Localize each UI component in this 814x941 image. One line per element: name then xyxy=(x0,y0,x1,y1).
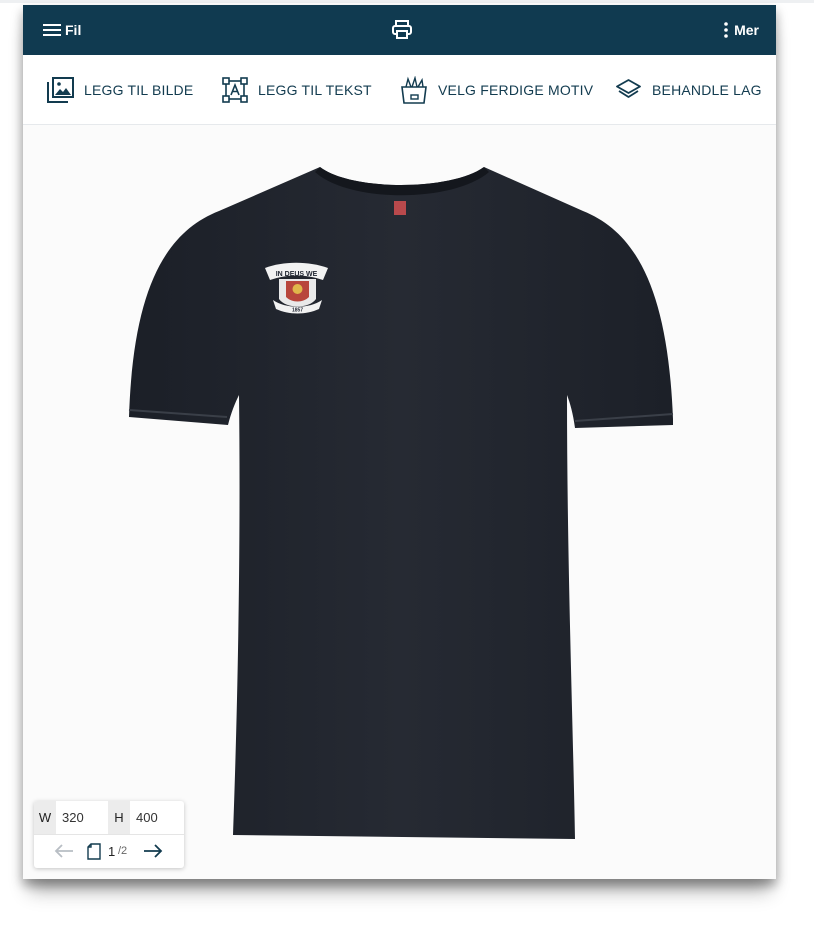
designer-app: Fil Mer LEGG TIL BILDE LEGG TIL TEKST VE… xyxy=(23,5,776,879)
width-label: W xyxy=(34,801,56,834)
next-page-arrow-icon[interactable] xyxy=(142,843,164,859)
add-image-icon xyxy=(47,76,74,103)
file-menu-label: Fil xyxy=(65,22,82,38)
print-button[interactable] xyxy=(391,20,413,42)
printer-icon xyxy=(392,20,412,39)
add-image-button[interactable]: LEGG TIL BILDE xyxy=(47,55,193,124)
top-bar: Fil Mer xyxy=(23,5,776,55)
choose-motif-button[interactable]: VELG FERDIGE MOTIV xyxy=(400,55,593,124)
motif-top-text: IN DEUS WE xyxy=(276,271,318,278)
tshirt-product-image: IN DEUS WE 1857 xyxy=(128,167,674,839)
tool-bar: LEGG TIL BILDE LEGG TIL TEKST VELG FERDI… xyxy=(23,55,776,125)
add-text-button[interactable]: LEGG TIL TEKST xyxy=(222,55,372,124)
clipart-box-icon xyxy=(401,75,427,104)
more-menu-label: Mer xyxy=(734,22,759,38)
page-navigator: 1 /2 xyxy=(34,835,184,868)
hamburger-icon xyxy=(43,24,61,36)
dimensions-panel: W 320 H 400 1 /2 xyxy=(34,801,184,868)
height-input[interactable]: 400 xyxy=(130,801,184,834)
manage-layers-button[interactable]: BEHANDLE LAG xyxy=(615,55,762,124)
window-top-edge xyxy=(0,0,814,3)
add-image-label: LEGG TIL BILDE xyxy=(84,81,194,98)
choose-motif-label: VELG FERDIGE MOTIV xyxy=(438,81,594,98)
previous-page-arrow-icon[interactable] xyxy=(53,843,75,859)
more-menu-button[interactable]: Mer xyxy=(724,19,759,41)
manage-layers-label: BEHANDLE LAG xyxy=(652,81,762,98)
current-page: 1 xyxy=(108,844,116,859)
height-label: H xyxy=(108,801,130,834)
add-text-label: LEGG TIL TEKST xyxy=(258,81,372,98)
design-canvas[interactable]: IN DEUS WE 1857 W 320 H 400 1 /2 xyxy=(23,125,776,879)
add-text-icon xyxy=(222,76,248,103)
page-icon xyxy=(87,843,101,860)
file-menu-button[interactable]: Fil xyxy=(43,19,81,41)
total-pages: /2 xyxy=(118,845,128,857)
size-row: W 320 H 400 xyxy=(34,801,184,835)
vertical-dots-icon xyxy=(724,22,728,38)
motif-bottom-text: 1857 xyxy=(292,308,303,314)
width-input[interactable]: 320 xyxy=(56,801,108,834)
layers-icon xyxy=(616,78,641,98)
